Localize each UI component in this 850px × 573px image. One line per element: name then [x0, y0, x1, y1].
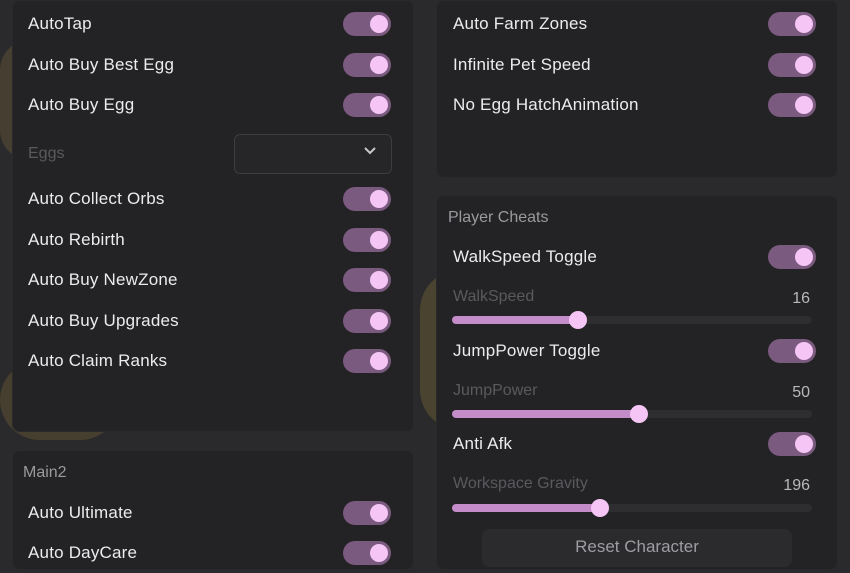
eggs-dropdown[interactable] — [234, 134, 392, 174]
auto-ultimate-label: Auto Ultimate — [28, 503, 133, 522]
auto-buy-newzone-row: Auto Buy NewZone — [12, 260, 414, 300]
auto-buy-egg-toggle[interactable] — [343, 93, 391, 117]
anti-afk-toggle[interactable] — [768, 432, 816, 456]
anti-afk-label: Anti Afk — [453, 434, 513, 453]
auto-collect-orbs-label: Auto Collect Orbs — [28, 189, 165, 208]
toggle-knob — [370, 15, 388, 33]
slider-knob[interactable] — [630, 405, 649, 423]
toggle-knob — [370, 352, 388, 370]
auto-collect-orbs-row: Auto Collect Orbs — [12, 179, 414, 219]
toggle-knob — [370, 544, 388, 562]
walkspeed-toggle-label: WalkSpeed Toggle — [453, 247, 598, 266]
infinite-pet-speed-label: Infinite Pet Speed — [453, 55, 591, 74]
jumppower-toggle-label: JumpPower Toggle — [453, 341, 601, 360]
slider-knob[interactable] — [569, 311, 587, 329]
toggle-knob — [795, 96, 813, 114]
auto-claim-ranks-row: Auto Claim Ranks — [12, 341, 414, 381]
walkspeed-slider[interactable] — [452, 311, 812, 329]
player-cheats-panel: Player Cheats WalkSpeed Toggle WalkSpeed… — [436, 195, 838, 570]
reset-character-button[interactable]: Reset Character — [482, 529, 792, 567]
no-egg-hatch-animation-label: No Egg HatchAnimation — [453, 95, 639, 114]
walkspeed-toggle-row: WalkSpeed Toggle — [436, 237, 838, 277]
auto-rebirth-toggle[interactable] — [343, 228, 391, 252]
walkspeed-label: WalkSpeed — [453, 288, 535, 305]
infinite-pet-speed-row: Infinite Pet Speed — [436, 45, 838, 85]
autotap-toggle[interactable] — [343, 12, 391, 36]
jumppower-label: JumpPower — [453, 382, 538, 399]
jumppower-toggle[interactable] — [768, 339, 816, 363]
toggle-knob — [795, 15, 813, 33]
auto-farm-zones-label: Auto Farm Zones — [453, 14, 588, 33]
auto-buy-newzone-toggle[interactable] — [343, 268, 391, 292]
eggs-label: Eggs — [28, 145, 65, 162]
auto-daycare-toggle[interactable] — [343, 541, 391, 565]
anti-afk-row: Anti Afk — [436, 424, 838, 464]
jumppower-slider[interactable] — [452, 405, 812, 423]
workspace-gravity-label: Workspace Gravity — [453, 475, 588, 492]
walkspeed-value: 16 — [792, 290, 810, 307]
auto-buy-egg-label: Auto Buy Egg — [28, 95, 135, 114]
auto-claim-ranks-toggle[interactable] — [343, 349, 391, 373]
jumppower-toggle-row: JumpPower Toggle — [436, 331, 838, 371]
toggle-knob — [370, 312, 388, 330]
auto-farm-zones-toggle[interactable] — [768, 12, 816, 36]
toggle-knob — [795, 56, 813, 74]
no-egg-hatch-animation-row: No Egg HatchAnimation — [436, 85, 838, 125]
walkspeed-toggle[interactable] — [768, 245, 816, 269]
jumppower-value: 50 — [792, 384, 810, 401]
auto-buy-upgrades-toggle[interactable] — [343, 309, 391, 333]
autotap-label: AutoTap — [28, 14, 92, 33]
auto-buy-upgrades-label: Auto Buy Upgrades — [28, 311, 179, 330]
workspace-gravity-value: 196 — [783, 477, 810, 494]
toggle-knob — [370, 56, 388, 74]
auto-daycare-label: Auto DayCare — [28, 543, 138, 562]
toggle-knob — [795, 435, 813, 453]
autotap-row: AutoTap — [12, 4, 414, 44]
auto-rebirth-label: Auto Rebirth — [28, 230, 125, 249]
auto-buy-newzone-label: Auto Buy NewZone — [28, 270, 178, 289]
slider-fill — [452, 504, 600, 512]
toggle-knob — [795, 342, 813, 360]
workspace-gravity-slider[interactable] — [452, 499, 812, 517]
auto-claim-ranks-label: Auto Claim Ranks — [28, 351, 168, 370]
toggle-knob — [370, 231, 388, 249]
auto-rebirth-row: Auto Rebirth — [12, 220, 414, 260]
auto-farm-zones-row: Auto Farm Zones — [436, 4, 838, 44]
no-egg-hatch-animation-toggle[interactable] — [768, 93, 816, 117]
infinite-pet-speed-toggle[interactable] — [768, 53, 816, 77]
auto-buy-best-egg-toggle[interactable] — [343, 53, 391, 77]
slider-knob[interactable] — [590, 499, 609, 517]
toggle-knob — [370, 96, 388, 114]
main-panel: AutoTap Auto Buy Best Egg Auto Buy Egg E… — [12, 0, 414, 432]
toggle-knob — [370, 190, 388, 208]
toggle-knob — [370, 271, 388, 289]
slider-fill — [452, 316, 578, 324]
player-cheats-title: Player Cheats — [448, 209, 549, 226]
toggle-knob — [370, 504, 388, 522]
auto-ultimate-row: Auto Ultimate — [12, 493, 414, 533]
main2-panel: Main2 Auto Ultimate Auto DayCare — [12, 450, 414, 570]
toggle-knob — [795, 248, 813, 266]
chevron-down-icon — [364, 147, 376, 155]
main2-title: Main2 — [23, 464, 67, 481]
right-top-panel: Auto Farm Zones Infinite Pet Speed No Eg… — [436, 0, 838, 178]
slider-fill — [452, 410, 640, 418]
auto-buy-egg-row: Auto Buy Egg — [12, 85, 414, 125]
auto-daycare-row: Auto DayCare — [12, 533, 414, 573]
auto-collect-orbs-toggle[interactable] — [343, 187, 391, 211]
auto-ultimate-toggle[interactable] — [343, 501, 391, 525]
auto-buy-best-egg-row: Auto Buy Best Egg — [12, 45, 414, 85]
auto-buy-upgrades-row: Auto Buy Upgrades — [12, 301, 414, 341]
auto-buy-best-egg-label: Auto Buy Best Egg — [28, 55, 175, 74]
